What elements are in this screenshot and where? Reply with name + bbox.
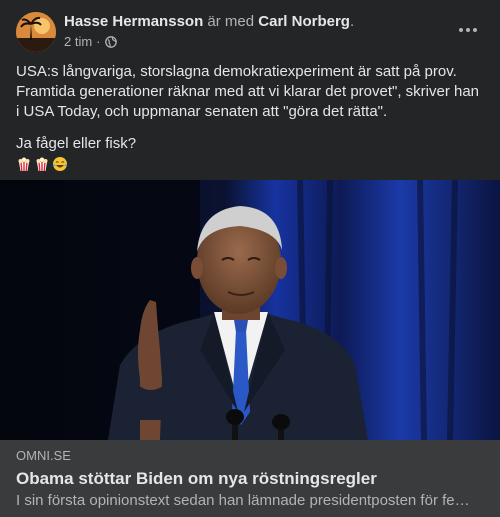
emoji-row [16, 156, 486, 172]
tagged-suffix: . [349, 13, 355, 30]
link-preview[interactable]: OMNI.SE Obama stöttar Biden om nya röstn… [0, 440, 500, 517]
post-paragraph: Ja fågel eller fisk? [16, 135, 137, 152]
speaker-photo [0, 180, 500, 440]
post-text: USA:s långvariga, storslagna demokratiex… [16, 62, 486, 172]
meta-separator: · [96, 34, 101, 49]
globe-icon[interactable] [104, 36, 117, 48]
laughing-tears-emoji [52, 157, 68, 171]
avatar-image [16, 12, 56, 52]
post-header: Hasse Hermansson är med Carl Norberg. 2 … [16, 12, 484, 52]
post-meta: 2 tim · [64, 34, 117, 50]
popcorn-emoji [18, 157, 30, 172]
link-image[interactable] [0, 180, 500, 440]
dot [466, 28, 470, 32]
link-title[interactable]: Obama stöttar Biden om nya röstningsregl… [16, 468, 377, 490]
dot [459, 28, 463, 32]
post-time[interactable]: 2 tim [64, 34, 92, 50]
post-paragraph: USA:s långvariga, storslagna demokratiex… [16, 63, 480, 120]
with-text: är med [207, 13, 255, 30]
dot [473, 28, 477, 32]
tagged-person[interactable]: Carl Norberg [258, 13, 350, 30]
popcorn-emoji [36, 157, 48, 172]
link-description: I sin första opinionstext sedan han lämn… [16, 492, 470, 509]
author-avatar[interactable] [16, 12, 56, 52]
link-domain: OMNI.SE [16, 448, 71, 463]
feed-post: Hasse Hermansson är med Carl Norberg. 2 … [0, 0, 500, 517]
more-options-icon[interactable] [452, 18, 484, 42]
author-line: Hasse Hermansson är med Carl Norberg. [64, 12, 354, 32]
author-name[interactable]: Hasse Hermansson [64, 13, 203, 30]
